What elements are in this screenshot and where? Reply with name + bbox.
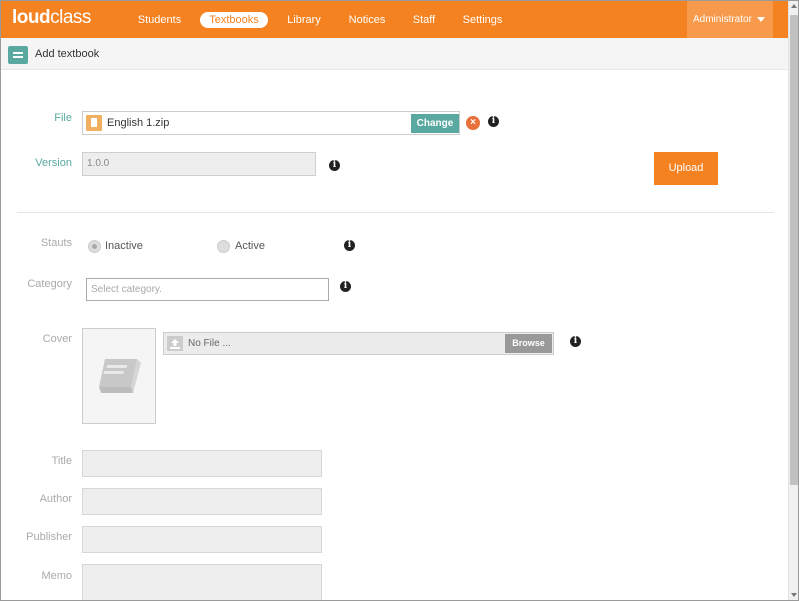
- category-select[interactable]: Select category.: [86, 278, 329, 301]
- nav-settings[interactable]: Settings: [459, 12, 506, 28]
- nav-staff[interactable]: Staff: [408, 12, 440, 28]
- nav-notices[interactable]: Notices: [344, 12, 390, 28]
- caret-down-icon: [757, 17, 765, 22]
- scrollbar-thumb[interactable]: [790, 15, 798, 485]
- info-icon[interactable]: i: [488, 116, 499, 127]
- title-input[interactable]: [82, 450, 322, 477]
- publisher-input[interactable]: [82, 526, 322, 553]
- memo-textarea[interactable]: [82, 564, 322, 600]
- divider: [17, 212, 774, 213]
- nav-library[interactable]: Library: [282, 12, 326, 28]
- page-title: Add textbook: [35, 48, 100, 60]
- file-name: English 1.zip: [107, 117, 170, 129]
- publisher-label: Publisher: [26, 531, 72, 543]
- status-label: Stauts: [40, 237, 72, 249]
- vertical-scrollbar[interactable]: [788, 1, 798, 600]
- status-active-label: Active: [235, 240, 265, 252]
- info-icon[interactable]: i: [329, 160, 340, 171]
- scroll-up-icon[interactable]: [791, 4, 797, 8]
- cover-file-field[interactable]: No File ... Browse: [163, 332, 554, 355]
- change-file-button[interactable]: Change: [411, 114, 459, 133]
- file-label: File: [54, 112, 72, 124]
- author-label: Author: [39, 493, 72, 505]
- user-menu[interactable]: Administrator: [687, 1, 773, 38]
- info-icon[interactable]: i: [340, 281, 351, 292]
- remove-icon[interactable]: ×: [466, 116, 480, 130]
- logo-bold: loud: [12, 7, 51, 28]
- author-input[interactable]: [82, 488, 322, 515]
- info-icon[interactable]: i: [344, 240, 355, 251]
- browse-button[interactable]: Browse: [505, 334, 552, 353]
- logo[interactable]: loudclass: [12, 7, 91, 29]
- status-active-radio[interactable]: [217, 240, 230, 253]
- cover-preview: [82, 328, 156, 424]
- version-label: Version: [35, 157, 72, 169]
- title-label: Title: [51, 455, 72, 467]
- book-placeholder-icon: [99, 359, 141, 393]
- upload-button[interactable]: Upload: [654, 152, 718, 185]
- menu-icon[interactable]: [8, 46, 28, 64]
- zip-file-icon: [86, 115, 102, 131]
- status-inactive-radio[interactable]: [88, 240, 101, 253]
- app-window: loudclass Students Textbooks Library Not…: [0, 0, 799, 601]
- version-field[interactable]: 1.0.0: [82, 152, 316, 176]
- logo-light: class: [50, 7, 91, 28]
- memo-label: Memo: [41, 570, 72, 582]
- page-header: Add textbook: [1, 38, 788, 70]
- info-icon[interactable]: i: [570, 336, 581, 347]
- nav-textbooks[interactable]: Textbooks: [200, 12, 268, 28]
- status-inactive-label: Inactive: [105, 240, 143, 252]
- scroll-down-icon[interactable]: [791, 593, 797, 597]
- cover-file-name: No File ...: [188, 338, 231, 349]
- cover-label: Cover: [42, 333, 72, 345]
- nav-students[interactable]: Students: [132, 12, 187, 28]
- top-navbar: loudclass Students Textbooks Library Not…: [1, 1, 788, 38]
- upload-icon: [167, 336, 183, 351]
- file-field[interactable]: English 1.zip Change: [82, 111, 460, 135]
- category-label: Category: [27, 278, 72, 290]
- user-name: Administrator: [693, 14, 752, 25]
